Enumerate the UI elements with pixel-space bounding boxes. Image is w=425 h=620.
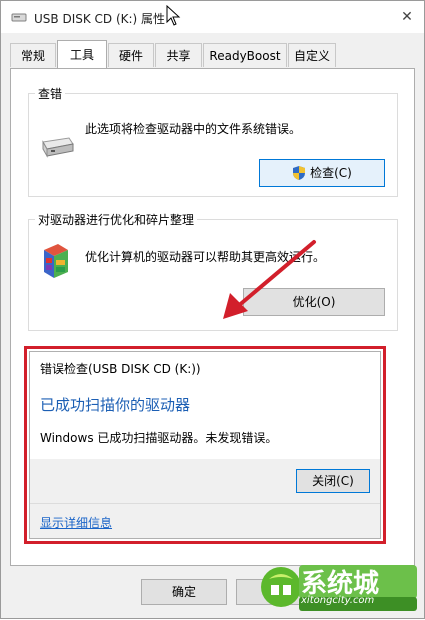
check-button-label: 检查(C) bbox=[310, 166, 352, 180]
watermark-url: xitongcity.com bbox=[301, 595, 375, 606]
tab-label: 共享 bbox=[166, 49, 191, 63]
tab-tools[interactable]: 工具 bbox=[57, 40, 107, 68]
title-bar: USB DISK CD (K:) 属性 ✕ bbox=[1, 1, 424, 33]
tab-customize[interactable]: 自定义 bbox=[288, 43, 336, 67]
properties-window: USB DISK CD (K:) 属性 ✕ 常规 工具 硬件 共享 ReadyB… bbox=[0, 0, 425, 619]
tab-general[interactable]: 常规 bbox=[10, 43, 56, 67]
close-icon: ✕ bbox=[401, 9, 413, 25]
error-check-group: 查错 此选项将检查驱动器中的文件系统错误。 检查(C) bbox=[28, 85, 398, 197]
usb-drive-icon bbox=[11, 13, 27, 22]
tab-label: 硬件 bbox=[118, 49, 143, 63]
tab-label: ReadyBoost bbox=[209, 49, 281, 63]
window-title: USB DISK CD (K:) 属性 bbox=[34, 12, 166, 26]
close-button[interactable]: ✕ bbox=[393, 6, 421, 28]
ok-button[interactable]: 确定 bbox=[141, 579, 227, 605]
tab-label: 常规 bbox=[20, 49, 45, 63]
defrag-icon bbox=[44, 244, 68, 278]
shield-icon bbox=[293, 166, 306, 180]
optimize-description: 优化计算机的驱动器可以帮助其更高效运行。 bbox=[85, 250, 326, 264]
optimize-group: 对驱动器进行优化和碎片整理 优化计算机的驱动器可以帮助其更高效运行。 优化(O) bbox=[28, 211, 398, 331]
ok-button-label: 确定 bbox=[171, 585, 196, 599]
error-check-title: 查错 bbox=[35, 85, 66, 102]
highlight-frame bbox=[24, 346, 386, 544]
tab-label: 自定义 bbox=[293, 49, 330, 63]
optimize-button[interactable]: 优化(O) bbox=[243, 288, 385, 316]
tab-readyboost[interactable]: ReadyBoost bbox=[203, 43, 287, 67]
optimize-button-label: 优化(O) bbox=[292, 295, 336, 309]
error-check-description: 此选项将检查驱动器中的文件系统错误。 bbox=[85, 122, 302, 136]
tab-label: 工具 bbox=[69, 48, 94, 62]
tab-sharing[interactable]: 共享 bbox=[155, 43, 202, 67]
drive-icon bbox=[42, 137, 74, 158]
tab-hardware[interactable]: 硬件 bbox=[108, 43, 154, 67]
mouse-cursor-icon bbox=[166, 5, 181, 26]
check-button[interactable]: 检查(C) bbox=[259, 159, 385, 187]
optimize-title: 对驱动器进行优化和碎片整理 bbox=[35, 211, 198, 228]
